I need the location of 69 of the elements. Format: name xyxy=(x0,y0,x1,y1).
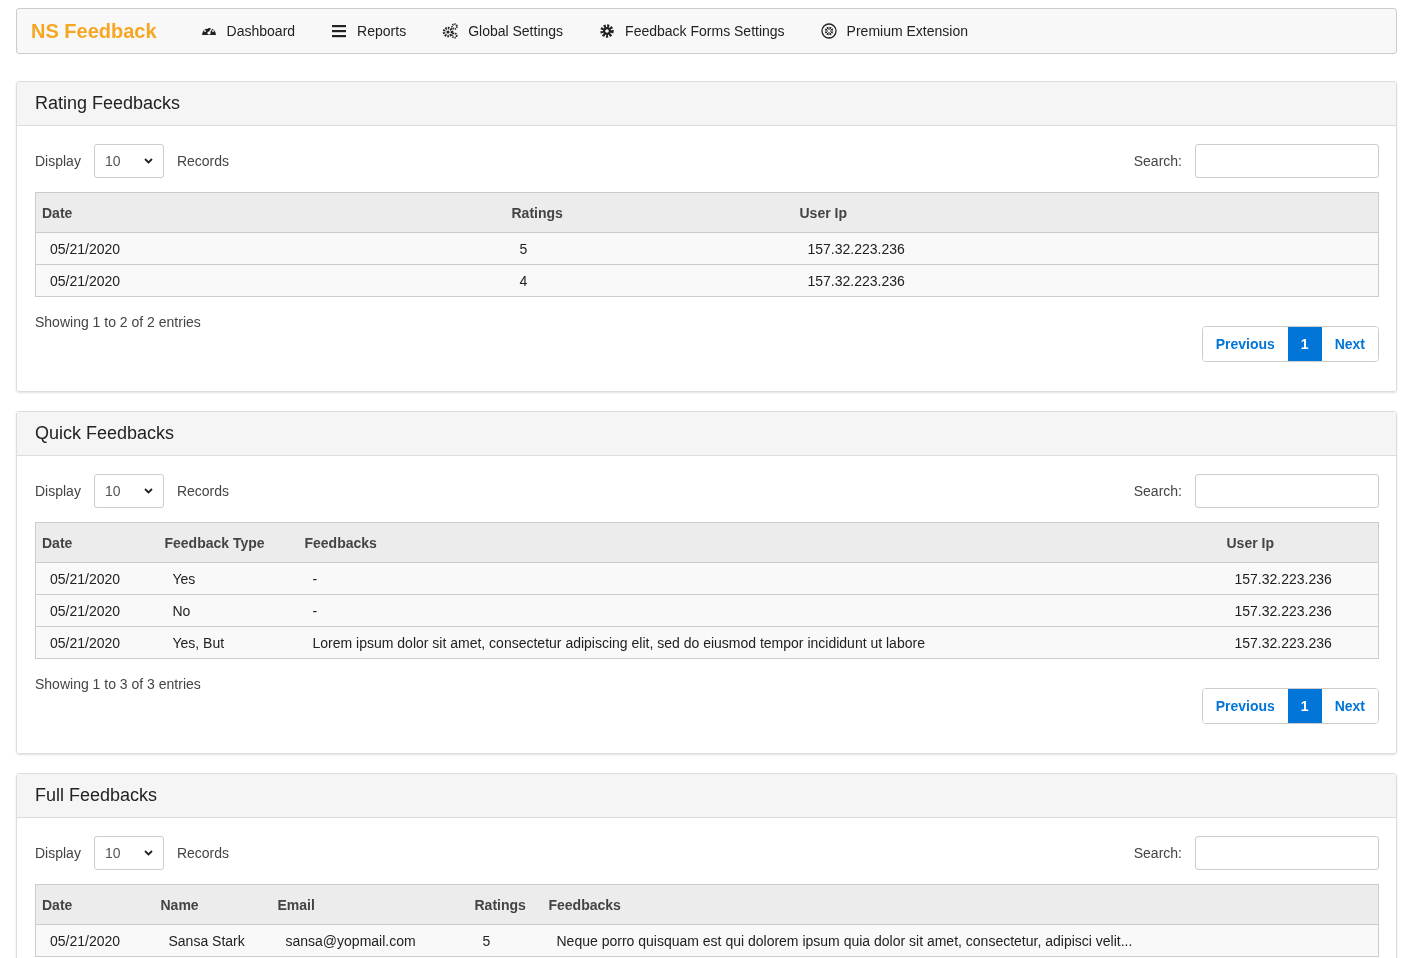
column-header[interactable]: Date xyxy=(35,522,159,563)
display-label: Display xyxy=(35,483,81,499)
search-label: Search: xyxy=(1133,845,1182,861)
nav-link[interactable]: Global Settings xyxy=(442,23,564,39)
settings-icon xyxy=(599,23,616,39)
table-cell: 5 xyxy=(468,924,543,957)
display-label: Display xyxy=(35,153,81,169)
page-button[interactable]: 1 xyxy=(1287,689,1322,723)
column-header[interactable]: User Ip xyxy=(793,192,1379,233)
chevron-down-icon xyxy=(143,158,153,164)
records-label: Records xyxy=(176,845,230,861)
nav-link[interactable]: Reports xyxy=(331,23,407,39)
page-size-select[interactable]: 10 xyxy=(93,836,164,870)
table-cell: Yes xyxy=(158,562,299,595)
chevron-down-icon xyxy=(143,488,153,494)
records-label: Records xyxy=(176,483,230,499)
table-cell: 05/21/2020 xyxy=(35,924,155,957)
table-cell: Neque porro quisquam est qui dolorem ipsum quia dolor sit amet, consectetur, adipisci velit... xyxy=(542,924,1379,957)
column-header[interactable]: Ratings xyxy=(468,884,543,925)
table-cell: 157.32.223.236 xyxy=(793,264,1379,297)
table-cell: 05/21/2020 xyxy=(35,232,506,265)
table-cell: 157.32.223.236 xyxy=(1220,594,1379,627)
panel-title: Full Feedbacks xyxy=(17,774,1396,818)
table-cell: 05/21/2020 xyxy=(35,562,159,595)
records-label: Records xyxy=(176,153,230,169)
menu-icon xyxy=(331,23,348,39)
table-cell: sansa@yopmail.com xyxy=(271,924,469,957)
entries-info: Showing 1 to 2 of 2 entries xyxy=(35,314,201,330)
gears-icon xyxy=(442,23,459,39)
table-cell: No xyxy=(158,594,299,627)
table-cell: 05/21/2020 xyxy=(35,264,506,297)
search-label: Search: xyxy=(1133,483,1182,499)
search-field[interactable] xyxy=(1195,144,1379,178)
table-cell: 05/21/2020 xyxy=(35,594,159,627)
table-cell: - xyxy=(298,594,1221,627)
page-button[interactable]: 1 xyxy=(1287,327,1322,361)
search-field[interactable] xyxy=(1195,474,1379,508)
table-cell: - xyxy=(298,562,1221,595)
nav-link[interactable]: Dashboard xyxy=(200,23,296,39)
emblem-icon xyxy=(820,23,837,39)
table-cell: 4 xyxy=(505,264,794,297)
column-header[interactable]: Name xyxy=(154,884,272,925)
table-cell: Lorem ipsum dolor sit amet, consectetur adipiscing elit, sed do eiusmod tempor incididunt ut labore xyxy=(298,626,1221,659)
search-field[interactable] xyxy=(1195,836,1379,870)
panel-title: Quick Feedbacks xyxy=(17,412,1396,456)
column-header[interactable]: Date xyxy=(35,192,506,233)
nav-link[interactable]: Premium Extension xyxy=(820,23,968,39)
table-cell: Yes, But xyxy=(158,626,299,659)
column-header[interactable]: User Ip xyxy=(1220,522,1379,563)
column-header[interactable]: Feedbacks xyxy=(542,884,1379,925)
column-header[interactable]: Ratings xyxy=(505,192,794,233)
column-header[interactable]: Date xyxy=(35,884,155,925)
display-label: Display xyxy=(35,845,81,861)
table-cell: 05/21/2020 xyxy=(35,626,159,659)
column-header[interactable]: Email xyxy=(271,884,469,925)
table-cell: 5 xyxy=(505,232,794,265)
nav-link[interactable]: Feedback Forms Settings xyxy=(599,23,785,39)
table-cell: 157.32.223.236 xyxy=(1220,626,1379,659)
panel-title: Rating Feedbacks xyxy=(17,82,1396,126)
page-size-select[interactable]: 10 xyxy=(93,144,164,178)
entries-info: Showing 1 to 3 of 3 entries xyxy=(35,676,201,692)
table-cell: Sansa Stark xyxy=(154,924,272,957)
search-label: Search: xyxy=(1133,153,1182,169)
column-header[interactable]: Feedback Type xyxy=(158,522,299,563)
table-cell: 157.32.223.236 xyxy=(793,232,1379,265)
table-cell: 157.32.223.236 xyxy=(1220,562,1379,595)
chevron-down-icon xyxy=(143,850,153,856)
page-size-select[interactable]: 10 xyxy=(93,474,164,508)
column-header[interactable]: Feedbacks xyxy=(298,522,1221,563)
